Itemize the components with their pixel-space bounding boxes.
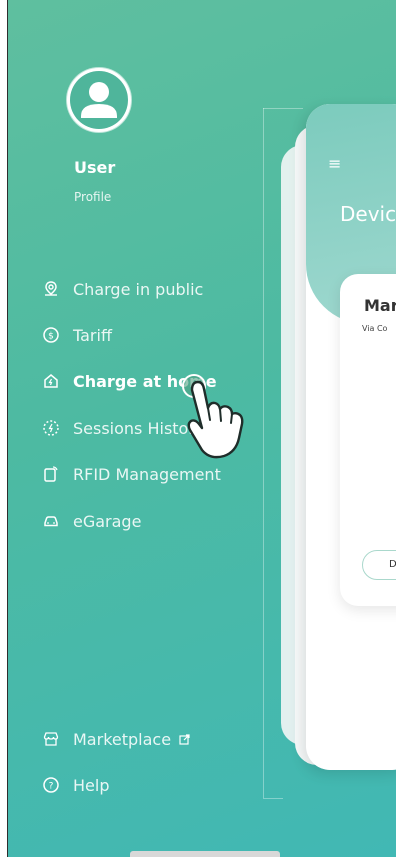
car-icon (44, 516, 58, 527)
menu-item-egarage[interactable]: eGarage (42, 509, 141, 533)
guide-line (263, 108, 303, 109)
menu-item-tariff[interactable]: $ Tariff (42, 323, 112, 347)
menu-item-marketplace[interactable]: Marketplace (42, 727, 190, 751)
device-card-button-label: D (389, 559, 396, 570)
side-drawer: ≡ Devic Mar Via Co D User Profile Charge… (7, 0, 396, 857)
store-icon (43, 732, 59, 746)
location-pin-icon (45, 281, 57, 296)
rfid-card-icon (44, 466, 58, 482)
menu-item-label: RFID Management (73, 464, 221, 484)
menu-item-label: Tariff (73, 325, 112, 345)
profile-link[interactable]: Profile (74, 190, 111, 204)
menu-item-label: eGarage (73, 511, 142, 531)
home-indicator[interactable] (130, 851, 280, 857)
device-card-subtitle: Via Co (362, 324, 388, 333)
device-card-button[interactable]: D (362, 550, 396, 580)
menu-item-label: Marketplace (73, 729, 172, 749)
dollar-circle-icon: $ (43, 327, 59, 343)
menu-item-help[interactable]: ? Help (42, 773, 109, 797)
device-card[interactable]: Mar Via Co D (340, 274, 396, 606)
external-link-icon (179, 733, 190, 745)
tap-hand-icon (182, 374, 244, 459)
menu-item-rfid-management[interactable]: RFID Management (42, 462, 221, 486)
user-name[interactable]: User (74, 158, 115, 177)
menu-item-charge-in-public[interactable]: Charge in public (42, 277, 203, 301)
menu-item-label: Charge in public (73, 279, 204, 299)
preview-title: Devic (340, 202, 396, 226)
avatar[interactable] (67, 68, 131, 132)
user-icon (70, 71, 128, 129)
menu-item-label: Help (73, 775, 110, 795)
home-charge-icon (44, 374, 58, 388)
guide-line (263, 798, 283, 799)
help-circle-icon: ? (43, 777, 59, 793)
svg-text:?: ? (49, 782, 54, 792)
svg-text:$: $ (48, 332, 54, 342)
sessions-history-icon (43, 420, 59, 436)
preview-card[interactable]: ≡ Devic Mar Via Co D (306, 104, 396, 770)
hamburger-icon[interactable]: ≡ (328, 154, 341, 173)
device-card-title: Mar (364, 296, 396, 315)
